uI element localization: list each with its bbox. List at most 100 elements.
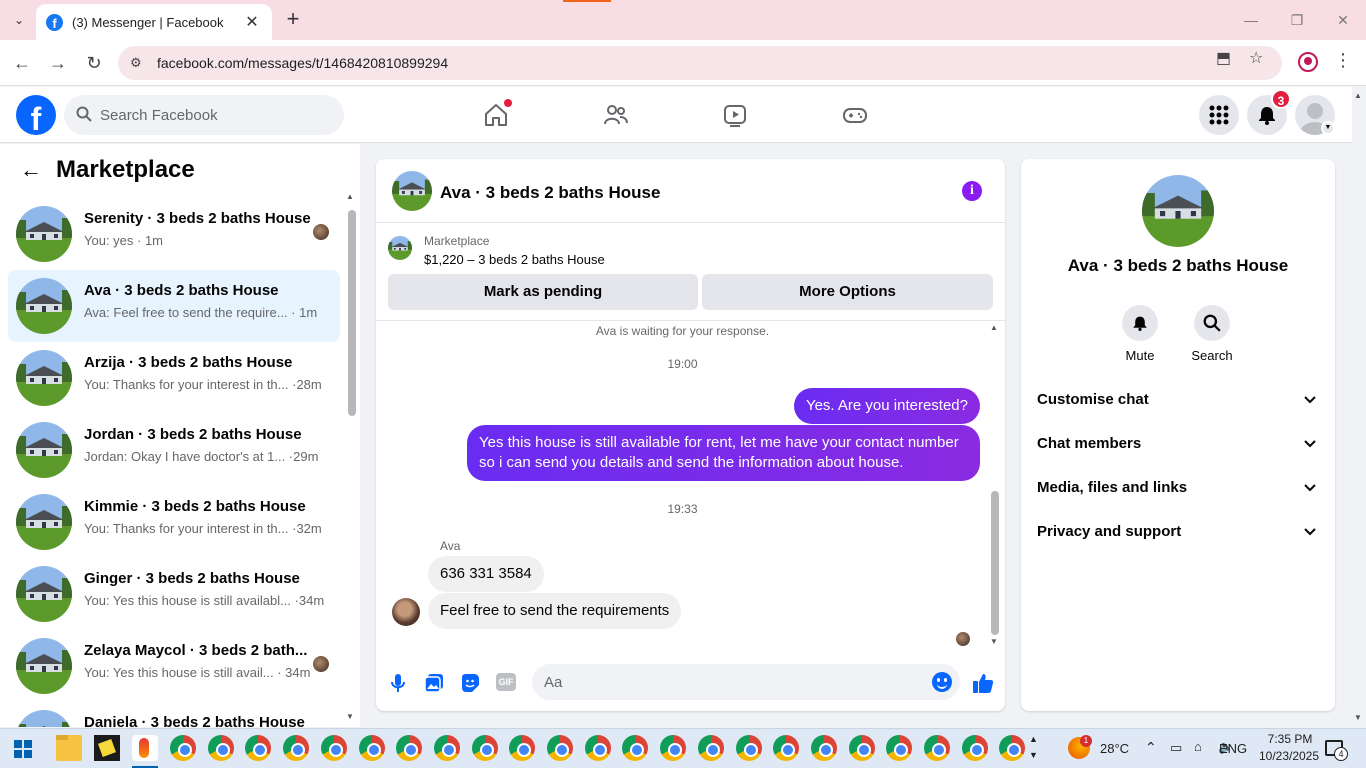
scroll-up-icon[interactable]: ▲ [990,323,998,332]
chrome-taskbar-icon[interactable] [471,735,498,761]
site-info-icon[interactable]: ⚙ [130,55,146,71]
mute-button[interactable]: Mute [1110,305,1170,363]
temperature[interactable]: 28°C [1100,741,1129,756]
thumbs-up-icon[interactable] [971,671,995,695]
chrome-taskbar-icon[interactable] [396,735,423,761]
chrome-taskbar-icon[interactable] [433,735,460,761]
bookmark-star-icon[interactable]: ☆ [1249,48,1263,68]
sticky-notes-icon[interactable] [94,735,120,761]
microphone-icon[interactable] [386,671,410,695]
chrome-taskbar-icon[interactable] [697,735,724,761]
media-files-links-row[interactable]: Media, files and links [1029,466,1327,510]
chrome-taskbar-icon[interactable] [999,735,1026,761]
conversation-item[interactable]: Ginger · 3 beds 2 baths House You: Yes th… [8,558,340,630]
scrollbar-thumb[interactable] [991,491,999,635]
close-window-button[interactable]: ✕ [1320,8,1366,32]
chrome-taskbar-icon[interactable] [283,735,310,761]
chrome-taskbar-icon[interactable] [773,735,800,761]
chat-title[interactable]: Ava · 3 beds 2 baths House [440,183,660,203]
chrome-taskbar-icon[interactable] [924,735,950,761]
reload-icon[interactable]: ↻ [82,52,106,74]
message-input[interactable] [544,664,914,700]
file-explorer-icon[interactable] [56,735,82,761]
url-text[interactable]: facebook.com/messages/t/1468420810899294 [157,55,448,71]
address-bar[interactable]: ⚙ facebook.com/messages/t/14684208108992… [118,46,1282,80]
emoji-icon[interactable] [932,672,952,692]
gif-icon[interactable]: GIF [496,673,516,691]
chrome-taskbar-icon[interactable] [358,735,385,761]
account-chevron-icon[interactable]: ▼ [1321,121,1335,135]
conversation-item[interactable]: Daniela · 3 beds 2 baths House [8,702,340,727]
tray-overflow-icon[interactable]: ▲ ▼ [1029,731,1038,763]
scroll-down-icon[interactable]: ▼ [990,637,998,646]
scroll-up-icon[interactable]: ▲ [1354,91,1362,100]
chrome-taskbar-icon[interactable] [509,735,536,761]
chrome-taskbar-icon[interactable] [961,735,988,761]
show-hidden-icons-icon[interactable]: ⌃ [1145,739,1157,756]
browser-tab[interactable]: f (3) Messenger | Facebook ✕ [36,4,272,40]
customise-chat-row[interactable]: Customise chat [1029,378,1327,422]
chat-scrollbar[interactable]: ▲ ▼ [989,321,1003,651]
search-conversation-button[interactable]: Search [1182,305,1242,363]
chrome-taskbar-icon[interactable] [207,735,234,761]
language-indicator[interactable]: ENG [1219,741,1247,756]
conversation-item[interactable]: Arzija · 3 beds 2 baths House You: Thanks… [8,342,340,414]
new-tab-button[interactable]: + [282,8,304,32]
scrollbar-thumb[interactable] [348,210,356,416]
outgoing-message[interactable]: Yes this house is still available for re… [467,425,980,481]
tab-close-icon[interactable]: ✕ [242,12,262,32]
facebook-search[interactable] [64,95,344,135]
page-scrollbar[interactable]: ▲ ▼ [1352,87,1366,727]
conversation-item[interactable]: Kimmie · 3 beds 2 baths House You: Thanks… [8,486,340,558]
install-app-icon[interactable]: ⬒ [1216,48,1231,68]
chrome-taskbar-icon[interactable] [622,735,649,761]
chrome-taskbar-icon[interactable] [320,735,347,761]
chrome-taskbar-icon[interactable] [170,735,196,761]
friends-icon[interactable] [600,99,632,131]
chat-members-row[interactable]: Chat members [1029,422,1327,466]
sticker-icon[interactable] [458,671,482,695]
tab-search-icon[interactable]: ⌄ [6,8,32,32]
incoming-message[interactable]: 636 331 3584 [428,556,544,592]
chrome-taskbar-icon[interactable] [886,735,913,761]
mark-as-pending-button[interactable]: Mark as pending [388,274,698,310]
restore-button[interactable]: ❐ [1274,8,1320,32]
chrome-taskbar-icon[interactable] [735,735,762,761]
sidebar-scrollbar[interactable]: ▲ ▼ [346,192,356,722]
info-avatar[interactable] [1142,175,1214,247]
back-icon[interactable]: ← [10,52,34,74]
browser-menu-icon[interactable]: ⋮ [1334,50,1352,71]
chrome-taskbar-icon[interactable] [245,735,272,761]
start-icon[interactable] [14,740,32,758]
browser-profile-icon[interactable] [1298,52,1318,72]
outgoing-message[interactable]: Yes. Are you interested? [793,388,980,424]
privacy-support-row[interactable]: Privacy and support [1029,510,1327,554]
video-icon[interactable] [719,99,751,131]
incoming-message[interactable]: Feel free to send the requirements [428,593,682,629]
search-input[interactable] [100,95,330,135]
photo-icon[interactable] [422,671,446,695]
message-input-box[interactable] [532,664,960,700]
meet-icon[interactable]: ▭ [1170,740,1182,756]
forward-icon[interactable]: → [46,52,70,74]
facebook-logo[interactable]: f [16,95,56,135]
back-arrow-icon[interactable]: ← [20,158,44,182]
chrome-taskbar-icon[interactable] [547,735,573,761]
listing-title[interactable]: $1,220 – 3 beds 2 baths House [424,252,605,267]
more-options-button[interactable]: More Options [702,274,993,310]
paint-icon[interactable] [132,735,158,761]
scroll-down-icon[interactable]: ▼ [346,712,354,721]
conversation-item[interactable]: Jordan · 3 beds 2 baths House Jordan: Oka… [8,414,340,486]
scroll-down-icon[interactable]: ▼ [1354,713,1362,722]
chat-avatar[interactable] [392,171,432,211]
conversation-item[interactable]: Zelaya Maycol · 3 beds 2 bath... You: Yes… [8,630,340,702]
menu-grid-button[interactable] [1199,95,1239,135]
network-icon[interactable]: ⌂ [1194,739,1202,754]
chrome-taskbar-icon[interactable] [848,735,875,761]
conversation-item[interactable]: Ava · 3 beds 2 baths House Ava: Feel free… [8,270,340,342]
clock-date[interactable]: 10/23/2025 [1250,749,1328,763]
chrome-taskbar-icon[interactable] [660,735,687,761]
info-icon[interactable]: i [962,181,982,201]
listing-thumbnail[interactable] [388,236,412,260]
gaming-icon[interactable] [839,99,871,131]
